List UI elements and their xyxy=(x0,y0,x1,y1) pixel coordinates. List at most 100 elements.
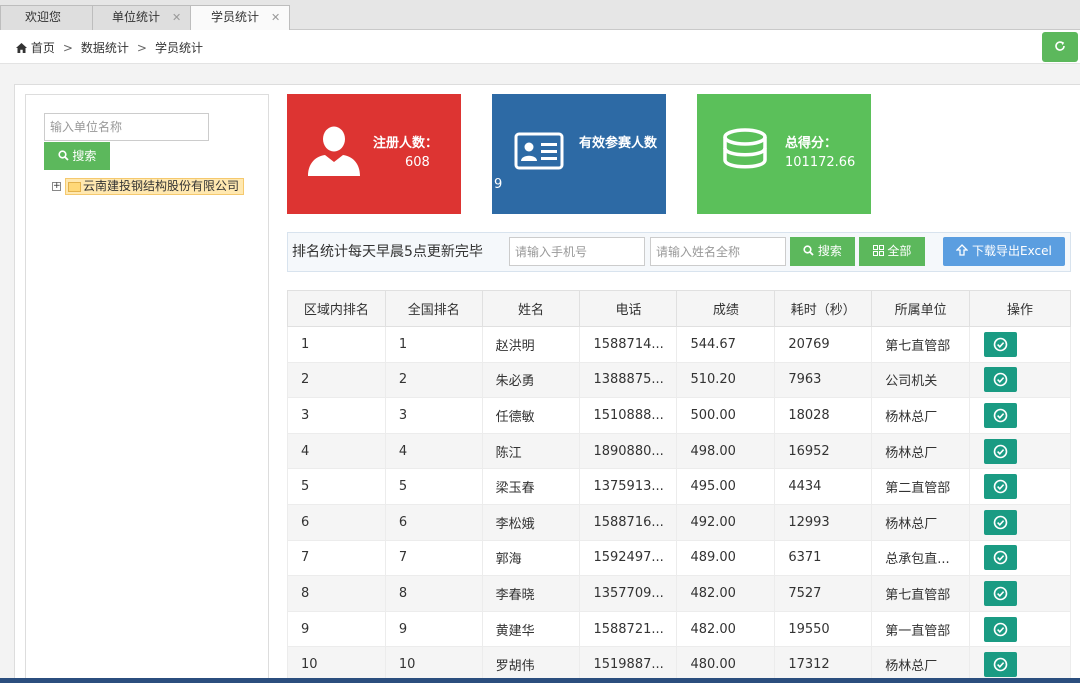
check-circle-icon xyxy=(993,444,1008,458)
cell-phone: 1510888... xyxy=(579,397,678,434)
search-button-label: 搜索 xyxy=(817,244,842,258)
cell-unit: 第二直管部 xyxy=(871,468,971,505)
update-notice: 排名统计每天早晨5点更新完毕 xyxy=(292,244,483,260)
search-icon xyxy=(57,150,69,161)
cell-regional-rank: 7 xyxy=(287,540,386,577)
table-row: 6 6 李松娥 1588716... 492.00 12993 杨林总厂 xyxy=(287,504,1071,541)
column-header[interactable]: 区域内排名 xyxy=(287,290,386,327)
check-circle-icon xyxy=(993,373,1008,387)
view-detail-button[interactable] xyxy=(984,545,1018,571)
cell-actions xyxy=(969,504,1071,541)
export-excel-label: 下载导出Excel xyxy=(972,244,1052,258)
unit-search-input[interactable] xyxy=(44,113,209,141)
cell-regional-rank: 9 xyxy=(287,611,386,648)
breadcrumb: 首页 > 数据统计 > 学员统计 xyxy=(16,39,203,56)
cell-unit: 杨林总厂 xyxy=(871,433,971,470)
refresh-icon xyxy=(1055,41,1065,51)
export-excel-button[interactable]: 下载导出Excel xyxy=(943,237,1065,266)
cell-name: 任德敏 xyxy=(481,397,581,434)
cell-name: 郭海 xyxy=(481,540,581,577)
breadcrumb-data-stats[interactable]: 数据统计 xyxy=(81,41,129,55)
cell-time: 7527 xyxy=(774,575,873,612)
tree-node-text: 云南建投钢结构股份有限公司 xyxy=(83,179,240,193)
view-detail-button[interactable] xyxy=(984,402,1018,428)
cell-name: 梁玉春 xyxy=(481,468,581,505)
cell-time: 4434 xyxy=(774,468,873,505)
upload-icon xyxy=(955,244,969,256)
cell-national-rank: 6 xyxy=(384,504,483,541)
tab-label: 欢迎您 xyxy=(25,10,62,24)
table-row: 1 1 赵洪明 1588714... 544.67 20769 第七直管部 xyxy=(287,326,1071,363)
view-detail-button[interactable] xyxy=(984,474,1018,500)
view-detail-button[interactable] xyxy=(984,616,1018,642)
check-circle-icon xyxy=(993,586,1008,601)
name-input[interactable] xyxy=(650,237,786,266)
tree-node-label[interactable]: 云南建投钢结构股份有限公司 xyxy=(65,178,245,195)
cell-regional-rank: 2 xyxy=(287,362,386,399)
id-card-icon xyxy=(514,132,564,170)
check-circle-icon xyxy=(993,515,1008,530)
breadcrumb-home[interactable]: 首页 xyxy=(31,41,55,55)
search-button[interactable]: 搜索 xyxy=(790,237,855,266)
cell-actions xyxy=(969,468,1071,505)
tab-unit-stats[interactable]: 单位统计 ✕ xyxy=(92,5,192,30)
cell-national-rank: 9 xyxy=(384,611,483,648)
cell-score: 495.00 xyxy=(676,468,776,505)
cell-unit: 总承包直... xyxy=(871,540,971,577)
card-registered-value: 608 xyxy=(405,155,430,170)
tab-student-stats[interactable]: 学员统计 ✕ xyxy=(190,5,290,31)
tree-node-root[interactable]: + 云南建投钢结构股份有限公司 xyxy=(52,178,245,196)
cell-score: 489.00 xyxy=(676,540,776,577)
column-header[interactable]: 耗时（秒） xyxy=(774,290,873,327)
cell-national-rank: 2 xyxy=(384,362,483,399)
cell-time: 18028 xyxy=(774,397,873,434)
cell-name: 黄建华 xyxy=(481,611,581,648)
cell-phone: 1588714... xyxy=(579,326,678,363)
table-row: 7 7 郭海 1592497... 489.00 6371 总承包直... xyxy=(287,540,1071,577)
column-header[interactable]: 成绩 xyxy=(676,290,776,327)
column-header[interactable]: 姓名 xyxy=(481,290,581,327)
cell-actions xyxy=(969,362,1071,399)
show-all-button[interactable]: 全部 xyxy=(859,237,925,266)
check-circle-icon xyxy=(993,622,1008,636)
column-header[interactable]: 电话 xyxy=(579,290,678,327)
check-circle-icon xyxy=(993,479,1008,494)
cell-score: 482.00 xyxy=(676,611,776,648)
cell-time: 20769 xyxy=(774,326,873,363)
cell-national-rank: 7 xyxy=(384,540,483,577)
view-detail-button[interactable] xyxy=(984,438,1018,464)
phone-input[interactable] xyxy=(509,237,645,266)
tree-search-button[interactable]: 搜索 xyxy=(44,142,110,170)
view-detail-button[interactable] xyxy=(984,331,1018,357)
card-participants-label: 有效参赛人数 xyxy=(579,136,658,151)
column-header[interactable]: 所属单位 xyxy=(871,290,971,327)
cell-phone: 1588716... xyxy=(579,504,678,541)
tree-expander[interactable]: + xyxy=(52,182,61,191)
cell-unit: 杨林总厂 xyxy=(871,397,971,434)
cell-regional-rank: 3 xyxy=(287,397,386,434)
column-header[interactable]: 全国排名 xyxy=(384,290,483,327)
view-detail-button[interactable] xyxy=(984,509,1018,535)
cell-national-rank: 4 xyxy=(384,433,483,470)
cell-unit: 第七直管部 xyxy=(871,575,971,612)
view-detail-button[interactable] xyxy=(984,367,1018,393)
search-icon xyxy=(803,245,814,256)
cell-score: 482.00 xyxy=(676,575,776,612)
close-icon[interactable]: ✕ xyxy=(172,11,181,24)
close-icon[interactable]: ✕ xyxy=(271,11,280,24)
breadcrumb-current: 学员统计 xyxy=(154,41,203,55)
table-row: 3 3 任德敏 1510888... 500.00 18028 杨林总厂 xyxy=(287,397,1071,434)
cell-phone: 1592497... xyxy=(579,540,678,577)
check-circle-icon xyxy=(993,408,1008,423)
view-detail-button[interactable] xyxy=(984,652,1018,678)
cell-name: 朱必勇 xyxy=(481,362,581,399)
folder-icon xyxy=(68,181,81,192)
refresh-button[interactable] xyxy=(1042,32,1078,62)
cell-actions xyxy=(969,540,1071,577)
tab-welcome[interactable]: 欢迎您 xyxy=(0,5,95,30)
breadcrumb-separator: > xyxy=(136,41,147,55)
check-circle-icon xyxy=(993,551,1008,565)
view-detail-button[interactable] xyxy=(984,580,1018,606)
card-total-score-label: 总得分： xyxy=(785,136,838,151)
cell-name: 李松娥 xyxy=(481,504,581,541)
